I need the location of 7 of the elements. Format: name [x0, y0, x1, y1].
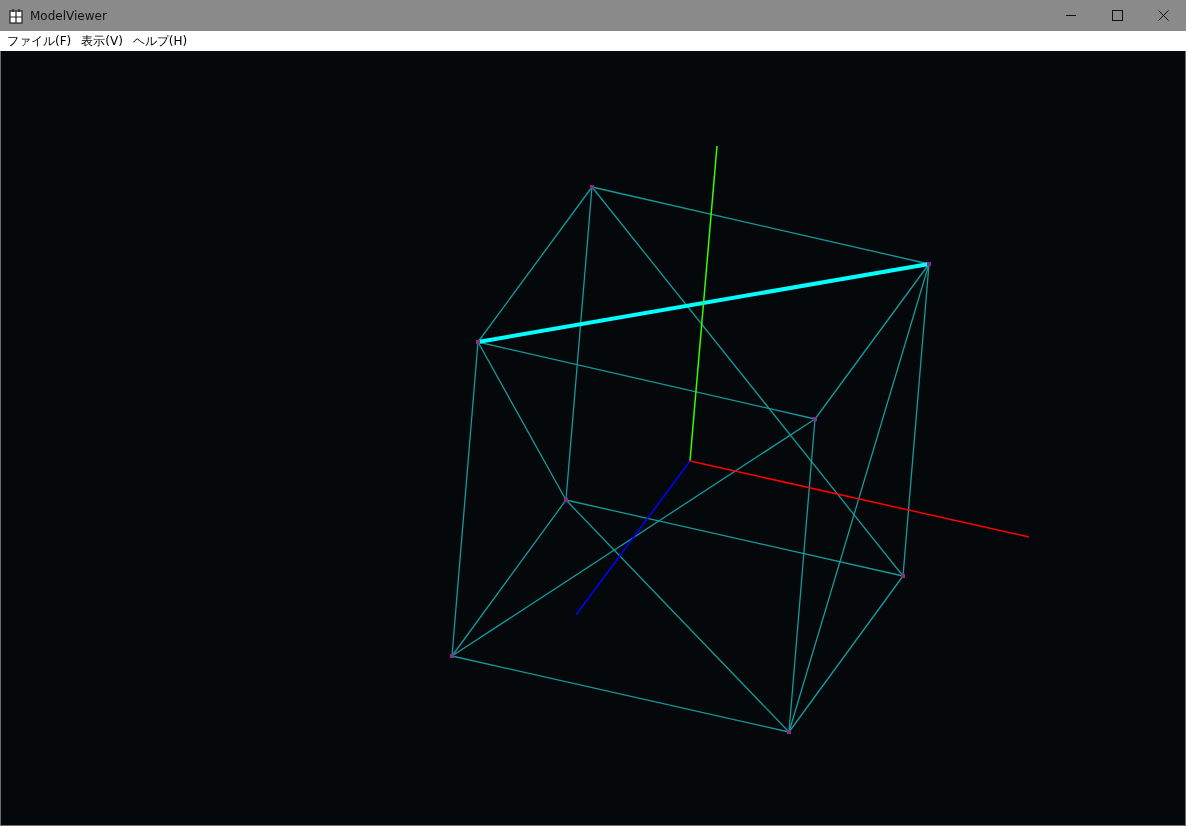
maximize-icon — [1111, 10, 1123, 21]
menu-item[interactable]: 表示(V) — [76, 31, 128, 51]
menu-item[interactable]: ファイル(F) — [2, 31, 77, 51]
menu-item[interactable]: ヘルプ(H) — [127, 31, 193, 51]
window-title: ModelViewer — [30, 8, 107, 23]
app-icon — [9, 7, 23, 24]
close-icon — [1157, 10, 1169, 21]
